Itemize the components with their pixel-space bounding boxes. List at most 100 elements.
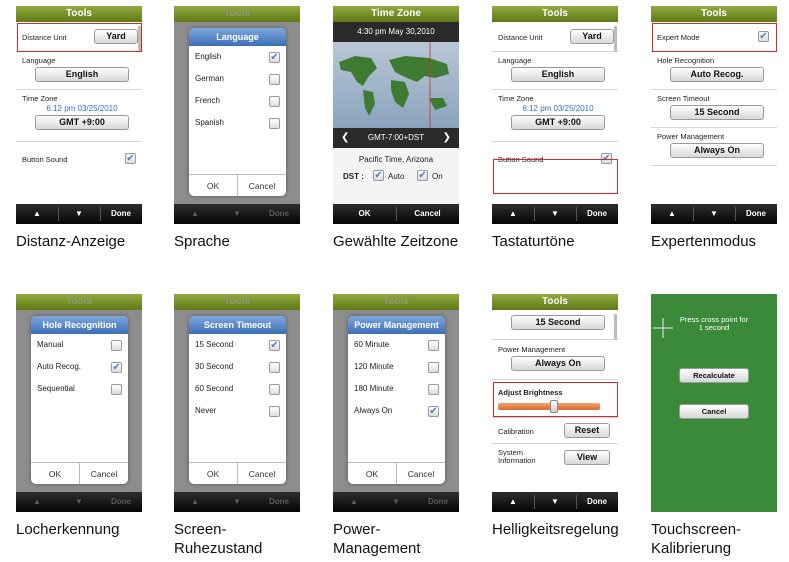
distance-unit-button[interactable]: Yard xyxy=(570,29,614,44)
ok-button[interactable]: OK xyxy=(31,463,79,484)
option-label: 180 Minute xyxy=(354,384,394,393)
option-label: Auto Recog. xyxy=(37,362,82,371)
highlight-box xyxy=(493,382,618,417)
screen-timezone: Time Zone 4:30 pm May 30,2010 ❮ GMT-7:00… xyxy=(333,6,459,250)
button-sound-checkbox[interactable]: ✔ xyxy=(125,153,136,164)
option-checkbox[interactable]: ✔ xyxy=(428,406,439,417)
option-row[interactable]: German xyxy=(189,68,286,90)
option-checkbox[interactable] xyxy=(111,384,122,395)
distance-unit-row[interactable]: Distance Unit Yard xyxy=(492,22,618,52)
auto-checkbox[interactable]: ✔ xyxy=(373,170,384,181)
option-row[interactable]: 60 Minute xyxy=(348,334,445,356)
option-row[interactable]: 120 Minute xyxy=(348,356,445,378)
bottom-bar: ▲ ▼ Done xyxy=(174,204,300,224)
done-button[interactable]: Done xyxy=(735,204,777,224)
option-checkbox[interactable]: ✔ xyxy=(269,340,280,351)
power-management-button[interactable]: Always On xyxy=(670,143,764,158)
option-row[interactable]: 30 Second xyxy=(189,356,286,378)
screen-timeout-button[interactable]: 15 Second xyxy=(511,315,605,330)
cancel-button[interactable]: Cancel xyxy=(238,463,286,484)
dialog-title: Hole Recognition xyxy=(31,316,128,334)
done-button: Done xyxy=(111,497,131,506)
up-arrow-icon[interactable]: ▲ xyxy=(16,204,58,224)
option-checkbox[interactable] xyxy=(269,384,280,395)
down-arrow-icon[interactable]: ▼ xyxy=(534,492,576,512)
option-checkbox[interactable] xyxy=(269,74,280,85)
option-row[interactable]: Sequential xyxy=(31,378,128,400)
language-dialog: Language English ✔ German French Spanish … xyxy=(189,28,286,196)
recalculate-button[interactable]: Recalculate xyxy=(679,368,749,383)
option-row[interactable]: 15 Second ✔ xyxy=(189,334,286,356)
option-checkbox[interactable] xyxy=(269,96,280,107)
caption: Expertenmodus xyxy=(651,233,757,250)
screen-timeout-button[interactable]: 15 Second xyxy=(670,105,764,120)
down-arrow-icon[interactable]: ▼ xyxy=(58,204,100,224)
ok-button[interactable]: OK xyxy=(348,463,396,484)
option-row[interactable]: 180 Minute xyxy=(348,378,445,400)
place-label: Pacific Time, Arizona xyxy=(358,155,434,164)
down-arrow-icon[interactable]: ▼ xyxy=(693,204,735,224)
chevron-right-icon[interactable]: ❯ xyxy=(443,128,451,148)
cancel-button[interactable]: Cancel xyxy=(396,204,459,224)
option-checkbox[interactable] xyxy=(111,340,122,351)
timezone-button[interactable]: GMT +9:00 xyxy=(511,115,605,130)
option-checkbox[interactable] xyxy=(428,384,439,395)
ok-button[interactable]: OK xyxy=(333,204,396,224)
system-information-row: System Information View xyxy=(492,444,618,472)
cancel-button[interactable]: Cancel xyxy=(238,175,286,196)
language-label: Language xyxy=(498,56,532,65)
option-checkbox[interactable] xyxy=(428,340,439,351)
view-button[interactable]: View xyxy=(564,450,610,465)
option-checkbox[interactable]: ✔ xyxy=(269,52,280,63)
bottom-bar: ▲ ▼ Done xyxy=(492,204,618,224)
option-checkbox[interactable] xyxy=(428,362,439,373)
option-checkbox[interactable]: ✔ xyxy=(111,362,122,373)
scrollbar[interactable] xyxy=(614,314,617,340)
language-button[interactable]: English xyxy=(35,67,129,82)
system-information-label-line-2: Information xyxy=(498,456,536,465)
power-management-button[interactable]: Always On xyxy=(511,356,605,371)
option-checkbox[interactable] xyxy=(269,118,280,129)
done-button[interactable]: Done xyxy=(576,492,618,512)
title-bar: Tools xyxy=(333,294,459,310)
option-row[interactable]: Auto Recog. ✔ xyxy=(31,356,128,378)
timezone-button[interactable]: GMT +9:00 xyxy=(35,115,129,130)
down-arrow-icon[interactable]: ▼ xyxy=(534,204,576,224)
caption-line-1: Power- xyxy=(333,521,381,538)
done-button[interactable]: Done xyxy=(100,204,142,224)
reset-button[interactable]: Reset xyxy=(564,423,610,438)
cancel-button[interactable]: Cancel xyxy=(80,463,128,484)
crosshair-icon[interactable] xyxy=(653,318,673,338)
cancel-button[interactable]: Cancel xyxy=(679,404,749,419)
world-map[interactable] xyxy=(333,42,459,128)
ok-button[interactable]: OK xyxy=(189,175,237,196)
option-checkbox[interactable] xyxy=(269,362,280,373)
ok-button[interactable]: OK xyxy=(189,463,237,484)
option-row[interactable]: Spanish xyxy=(189,112,286,134)
button-sound-row[interactable]: Button Sound ✔ xyxy=(16,142,142,174)
up-arrow-icon[interactable]: ▲ xyxy=(492,204,534,224)
up-arrow-icon[interactable]: ▲ xyxy=(651,204,693,224)
scrollbar[interactable] xyxy=(614,26,617,52)
option-checkbox[interactable] xyxy=(269,406,280,417)
cancel-button[interactable]: Cancel xyxy=(397,463,445,484)
timezone-label: Time Zone xyxy=(22,94,58,103)
title-bar: Tools xyxy=(492,294,618,310)
on-checkbox[interactable]: ✔ xyxy=(417,170,428,181)
caption-line-1: Screen- xyxy=(174,521,227,538)
option-row[interactable]: French xyxy=(189,90,286,112)
hole-recognition-button[interactable]: Auto Recog. xyxy=(670,67,764,82)
bottom-bar: ▲ ▼ Done xyxy=(16,204,142,224)
power-management-row: Power Management Always On xyxy=(651,128,777,166)
dialog-footer: OK Cancel xyxy=(189,174,286,196)
up-arrow-icon[interactable]: ▲ xyxy=(492,492,534,512)
option-row[interactable]: Never xyxy=(189,400,286,422)
option-row[interactable]: English ✔ xyxy=(189,46,286,68)
language-button[interactable]: English xyxy=(511,67,605,82)
chevron-left-icon[interactable]: ❮ xyxy=(341,128,349,148)
option-row[interactable]: Manual xyxy=(31,334,128,356)
option-row[interactable]: 60 Second xyxy=(189,378,286,400)
option-row[interactable]: Always On ✔ xyxy=(348,400,445,422)
screen-screen-timeout: Tools Screen Timeout 15 Second ✔ 30 Secon… xyxy=(174,294,300,557)
done-button[interactable]: Done xyxy=(576,204,618,224)
